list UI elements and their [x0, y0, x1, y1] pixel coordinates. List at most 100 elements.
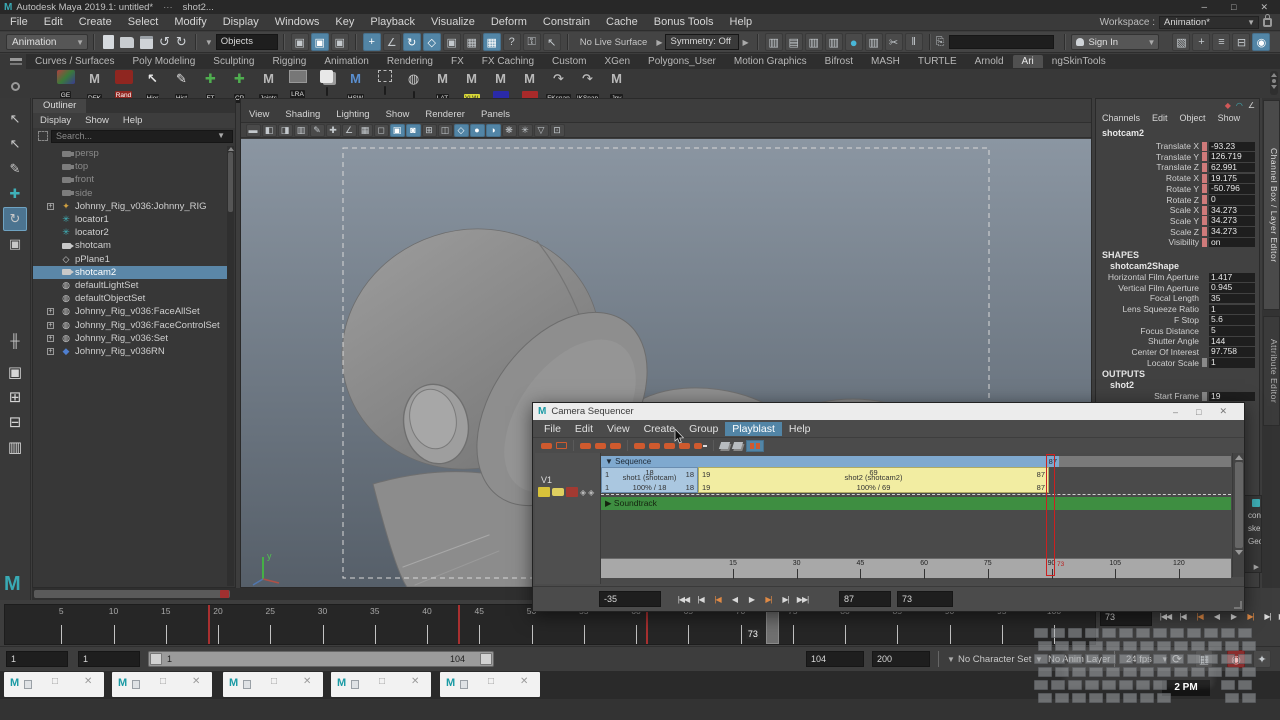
sequencer-tool-icon-1[interactable] [556, 442, 567, 449]
shelf-item-stack[interactable] [313, 70, 340, 101]
viewport-icon-7[interactable]: ▦ [358, 124, 373, 137]
viewport-icon-11[interactable]: ⊞ [422, 124, 437, 137]
taskbar-tab-1[interactable]: M□✕ [4, 672, 104, 697]
chevron-down-icon[interactable]: ▼ [217, 129, 225, 143]
shelf-menu-icon[interactable] [10, 58, 22, 65]
outliner-item-pplane1[interactable]: ◇pPlane1 [33, 253, 229, 266]
snap-icon-6[interactable]: ▦ [483, 33, 501, 51]
viewport-menu-panels[interactable]: Panels [473, 109, 518, 120]
outliner-menu-help[interactable]: Help [116, 115, 150, 126]
menu-modify[interactable]: Modify [166, 15, 214, 29]
shelf-tab-turtle[interactable]: TURTLE [909, 55, 966, 68]
track-mute-icon[interactable] [566, 487, 578, 497]
channel-node-name[interactable]: shotcam2 [1096, 125, 1259, 137]
collapse-triangle-icon[interactable]: ▼ [605, 457, 613, 466]
shelf-tab-mash[interactable]: MASH [862, 55, 909, 68]
outliner-item-johnny-rig-v036-facecontrolset[interactable]: +◍Johnny_Rig_v036:FaceControlSet [33, 319, 229, 332]
outliner-item-johnny-rig-v036-johnny-rig[interactable]: +✦Johnny_Rig_v036:Johnny_RIG [33, 200, 229, 213]
sequencer-menu-playblast[interactable]: Playblast [725, 422, 782, 436]
shelf-tab-fx[interactable]: FX [442, 55, 473, 68]
channel-row-visibility[interactable]: Visibilityon [1096, 237, 1259, 248]
rotate-tool[interactable]: ↻ [3, 207, 27, 231]
slider-tool[interactable]: ╫ [3, 328, 27, 352]
chevron-down-icon[interactable]: ▼ [947, 655, 955, 664]
outliner-item-locator1[interactable]: ✳locator1 [33, 213, 229, 226]
channel-value-field[interactable]: 0.945 [1209, 283, 1255, 293]
viewport-icon-14[interactable]: ● [470, 124, 485, 137]
channel-value-field[interactable]: 1 [1209, 358, 1255, 368]
channel-row-translate-y[interactable]: Translate Y126.719 [1096, 152, 1259, 163]
channel-row-center-of-interest[interactable]: Center Of Interest97.758 [1096, 347, 1259, 358]
viewport-icon-10[interactable]: ◙ [406, 124, 421, 137]
outliner-item-defaultobjectset[interactable]: ◍defaultObjectSet [33, 292, 229, 305]
workspace-lock-icon[interactable] [1263, 18, 1272, 27]
menu-constrain[interactable]: Constrain [535, 15, 598, 29]
sign-in-button[interactable]: Sign In ▼ [1071, 34, 1159, 50]
shelf-tab-motion-graphics[interactable]: Motion Graphics [725, 55, 816, 68]
chevron-down-icon[interactable]: ▼ [1035, 655, 1043, 664]
channel-row-scale-z[interactable]: Scale Z34.273 [1096, 227, 1259, 238]
workspace-dropdown[interactable]: Animation* ▼ [1159, 16, 1259, 29]
sequencer-ruler[interactable]: 153045607590105120135 [601, 558, 1231, 578]
search-filter-icon[interactable] [38, 131, 48, 141]
shelf-tab-sculpting[interactable]: Sculpting [204, 55, 263, 68]
save-scene-icon[interactable] [140, 36, 153, 49]
channel-value-field[interactable]: 144 [1209, 337, 1255, 347]
transport-prev-frame-button[interactable]: |◀ [709, 591, 726, 608]
channel-corner-icon-2[interactable]: ∠ [1248, 101, 1255, 110]
transport-go-end-button[interactable]: ▶▶| [1276, 608, 1280, 625]
lasso-tool[interactable]: ↖ [3, 132, 27, 156]
menu-windows[interactable]: Windows [267, 15, 328, 29]
taskbar-tab-2[interactable]: M□✕ [112, 672, 212, 697]
open-scene-icon[interactable] [120, 37, 134, 48]
maximize-button[interactable]: □ [1219, 2, 1248, 12]
viewport-menu-view[interactable]: View [241, 109, 277, 120]
channel-row-shutter-angle[interactable]: Shutter Angle144 [1096, 336, 1259, 347]
outliner-item-defaultlightset[interactable]: ◍defaultLightSet [33, 279, 229, 292]
chevron-right-icon[interactable]: ▶ [656, 38, 662, 47]
outliner-item-top[interactable]: top [33, 160, 229, 173]
resize-grip[interactable] [1234, 601, 1242, 609]
snap-icon-2[interactable]: ↻ [403, 33, 421, 51]
range-handle-right[interactable] [480, 653, 492, 665]
sequencer-range-start-field[interactable]: -35 [599, 591, 661, 607]
channel-row-horizontal-film-aperture[interactable]: Horizontal Film Aperture1.417 [1096, 272, 1259, 283]
layout-single[interactable]: ▣ [3, 360, 27, 384]
viewport-icon-5[interactable]: ✚ [326, 124, 341, 137]
close-icon[interactable]: ✕ [84, 676, 92, 687]
transport-go-start-button[interactable]: |◀◀ [675, 591, 692, 608]
auto-key-icon[interactable]: ◉ [1227, 650, 1245, 668]
outliner-item-shotcam[interactable]: shotcam [33, 239, 229, 252]
shelf-tab-arnold[interactable]: Arnold [966, 55, 1013, 68]
layer-icon[interactable] [1252, 499, 1260, 507]
render-icon-6[interactable]: ✂ [885, 33, 903, 51]
channel-value-field[interactable]: 62.991 [1209, 163, 1255, 173]
channel-row-lens-squeeze-ratio[interactable]: Lens Squeeze Ratio1 [1096, 304, 1259, 315]
keyframe-marker[interactable] [208, 605, 210, 644]
viewport-menu-lighting[interactable]: Lighting [328, 109, 377, 120]
expand-plus-icon[interactable]: + [47, 322, 54, 329]
menu-file[interactable]: File [2, 15, 36, 29]
menu-cache[interactable]: Cache [598, 15, 646, 29]
render-icon-5[interactable]: ▥ [865, 33, 883, 51]
document-tab[interactable]: shot2... [183, 2, 214, 13]
sequence-header[interactable]: ▼ Sequence 87 [601, 456, 1059, 467]
channel-value-field[interactable]: 35 [1209, 294, 1255, 304]
shelf-tab-animation[interactable]: Animation [315, 55, 377, 68]
menu-help[interactable]: Help [722, 15, 761, 29]
sequencer-tool-icon-3[interactable] [580, 443, 591, 449]
range-handle-left[interactable] [150, 653, 162, 665]
channel-row-scale-x[interactable]: Scale X34.273 [1096, 205, 1259, 216]
channel-row-focal-length[interactable]: Focal Length35 [1096, 293, 1259, 304]
editor-toggle-icon-0[interactable]: ▧ [1172, 33, 1190, 51]
outliner-menu-show[interactable]: Show [78, 115, 116, 126]
chevron-right-icon[interactable]: ▶ [742, 38, 748, 47]
range-slider[interactable]: 1 104 [148, 651, 494, 667]
track-arrow-right-icon[interactable]: ◈ [588, 488, 594, 497]
undo-icon[interactable]: ↺ [159, 34, 170, 50]
editor-toggle-icon-4[interactable]: ◉ [1252, 33, 1270, 51]
sequencer-track-area[interactable]: ▼ Sequence 87 118shot1 (shotcam)181100% … [601, 453, 1231, 584]
snap-icon-1[interactable]: ∠ [383, 33, 401, 51]
sequencer-tool-icon-7[interactable] [634, 443, 645, 449]
viewport-icon-13[interactable]: ◇ [454, 124, 469, 137]
